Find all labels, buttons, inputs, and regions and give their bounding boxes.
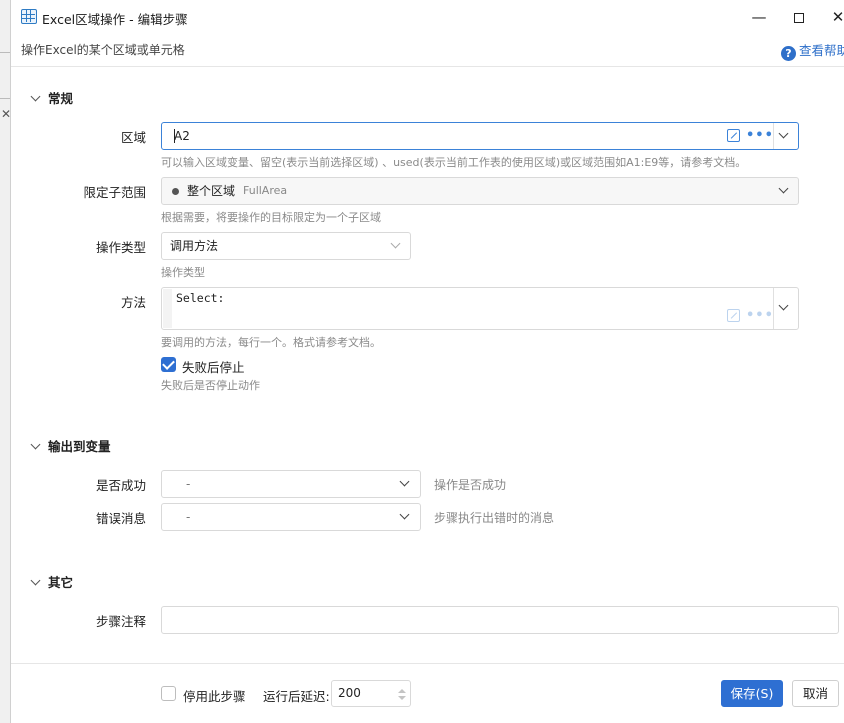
chevron-down-icon [778, 183, 789, 194]
op-type-select[interactable]: 调用方法 [161, 232, 411, 260]
delay-label: 运行后延迟: [263, 689, 330, 704]
method-label: 方法 [120, 295, 146, 310]
section-title: 其它 [48, 575, 74, 590]
error-msg-value: - [186, 510, 191, 524]
chevron-down-icon[interactable] [778, 128, 789, 139]
background-window-edge: ✕ [0, 0, 11, 723]
save-button[interactable]: 保存(S) [721, 680, 783, 707]
section-output-header[interactable]: 输出到变量 [29, 436, 111, 455]
help-link[interactable]: ? 查看帮助 [781, 40, 844, 61]
subrange-value-en: FullArea [243, 184, 288, 197]
section-other-header[interactable]: 其它 [29, 572, 73, 591]
subrange-label: 限定子范围 [83, 185, 146, 200]
subrange-value: 整个区域 [187, 184, 236, 198]
chevron-down-icon [399, 476, 410, 487]
cancel-button[interactable]: 取消 [792, 680, 839, 707]
divider [773, 288, 774, 329]
subrange-hint: 根据需要，将要操作的目标限定为一个子区域 [161, 211, 381, 224]
method-value: Select: [176, 291, 225, 305]
range-input[interactable]: A2 ••• [161, 122, 799, 150]
success-label: 是否成功 [95, 478, 146, 493]
section-general-header[interactable]: 常规 [29, 88, 73, 107]
range-label: 区域 [120, 130, 146, 145]
chevron-down-icon [399, 509, 410, 520]
success-hint: 操作是否成功 [434, 478, 507, 492]
range-value: A2 [174, 129, 190, 143]
help-icon: ? [781, 46, 796, 61]
chevron-down-icon[interactable] [778, 300, 789, 311]
more-options-icon[interactable]: ••• [746, 128, 774, 143]
chevron-down-icon [30, 439, 41, 450]
comment-label: 步骤注释 [95, 614, 146, 629]
disable-step-checkbox[interactable] [161, 686, 176, 701]
op-type-label: 操作类型 [95, 240, 146, 255]
divider [0, 52, 10, 53]
op-type-value: 调用方法 [170, 239, 219, 253]
op-type-hint: 操作类型 [161, 266, 205, 279]
method-textarea[interactable]: Select: ••• [161, 287, 799, 330]
header-divider [11, 66, 844, 67]
delay-value: 200 [338, 686, 361, 700]
stop-on-fail-label[interactable]: 失败后停止 [182, 357, 245, 376]
chevron-down-icon [30, 91, 41, 102]
section-title: 常规 [48, 91, 74, 106]
help-label: 查看帮助 [799, 43, 844, 58]
expand-editor-icon[interactable] [727, 309, 740, 322]
dialog-description: 操作Excel的某个区域或单元格 [21, 43, 185, 57]
comment-input[interactable] [161, 606, 839, 634]
more-options-icon[interactable]: ••• [746, 308, 774, 323]
section-title: 输出到变量 [48, 439, 111, 454]
chevron-down-icon [30, 575, 41, 586]
method-hint: 要调用的方法，每行一个。格式请参考文档。 [161, 336, 381, 349]
close-button[interactable]: ✕ [823, 4, 844, 30]
maximize-icon [794, 12, 804, 23]
error-msg-hint: 步骤执行出错时的消息 [434, 511, 555, 525]
gutter [163, 289, 172, 328]
delay-input[interactable]: 200 [331, 680, 411, 707]
error-msg-label: 错误消息 [95, 511, 146, 526]
subrange-select[interactable]: 整个区域 FullArea [161, 177, 799, 205]
window-title: Excel区域操作 - 编辑步骤 [42, 12, 188, 27]
disable-step-label[interactable]: 停用此步骤 [183, 686, 246, 705]
error-msg-variable-select[interactable]: - [161, 503, 421, 531]
radio-dot-icon [172, 188, 179, 195]
minimize-button[interactable]: — [744, 4, 774, 30]
chevron-down-icon [390, 238, 401, 249]
maximize-button[interactable] [784, 4, 814, 30]
divider [0, 98, 10, 99]
stop-on-fail-hint: 失败后是否停止动作 [161, 379, 260, 392]
divider [773, 123, 774, 149]
range-hint: 可以输入区域变量、留空(表示当前选择区域) 、used(表示当前工作表的使用区域… [161, 156, 747, 169]
success-variable-select[interactable]: - [161, 470, 421, 498]
edit-step-dialog: Excel区域操作 - 编辑步骤 — ✕ 操作Excel的某个区域或单元格 ? 查… [10, 0, 844, 723]
stop-on-fail-checkbox[interactable] [161, 357, 176, 372]
footer-divider [11, 663, 844, 664]
expand-editor-icon[interactable] [727, 129, 740, 142]
text-cursor [174, 129, 175, 143]
title-bar: Excel区域操作 - 编辑步骤 — ✕ [11, 0, 844, 34]
success-value: - [186, 477, 191, 491]
table-icon [21, 9, 37, 24]
